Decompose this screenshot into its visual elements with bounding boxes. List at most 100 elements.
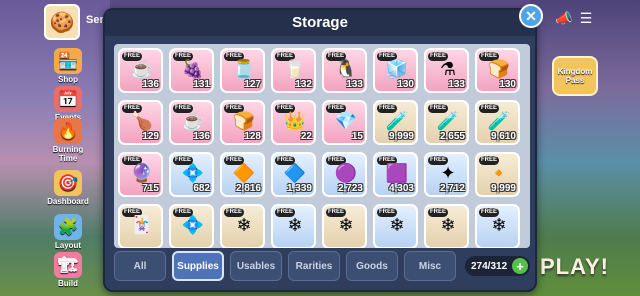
menu-icon[interactable]: ☰	[576, 8, 596, 28]
item-count: 22	[300, 131, 312, 142]
snowflake-icon: ❄	[389, 214, 405, 235]
item-slot[interactable]: FREE ☕ 136	[169, 100, 214, 145]
crown-icon: 👑	[283, 110, 307, 131]
kingdom-pass-button[interactable]: Kingdom Pass	[552, 56, 598, 96]
gem-icon: 🟪	[385, 162, 409, 183]
potion-icon: 🧪	[487, 110, 511, 131]
item-slot[interactable]: FREE 🧊 130	[373, 48, 418, 93]
tab-rarities[interactable]: Rarities	[288, 251, 340, 281]
item-count: 2,712	[439, 183, 465, 194]
sidebar-button-dashboard[interactable]: 🎯 Dashboard	[46, 170, 90, 206]
play-button-label[interactable]: PLAY!	[540, 254, 609, 280]
item-slot[interactable]: FREE ❄	[271, 204, 316, 248]
storage-header: Storage	[105, 10, 535, 36]
item-count: 2,816	[235, 183, 261, 194]
item-slot[interactable]: FREE ❄	[373, 204, 418, 248]
item-slot[interactable]: FREE 🟪 4,303	[373, 152, 418, 197]
milk-jar-icon: 🥛	[283, 58, 307, 79]
latte-icon: ☕	[181, 110, 205, 131]
sidebar-button-build[interactable]: 🏗 Build	[46, 252, 90, 288]
item-count: 9,999	[388, 131, 414, 142]
item-count: 133	[346, 79, 363, 90]
sidebar-button-layout[interactable]: 🧩 Layout	[46, 214, 90, 250]
sidebar-label: Burning Time	[52, 145, 84, 163]
item-slot[interactable]: FREE ❄	[475, 204, 520, 248]
crystal-icon: 🔮	[130, 162, 154, 183]
item-slot[interactable]: FREE 🍞 130	[475, 48, 520, 93]
item-count: 127	[244, 79, 261, 90]
sidebar-button-burning-time[interactable]: 🔥 Burning Time	[46, 118, 90, 163]
sidebar-button-events[interactable]: 📅Events	[46, 86, 90, 122]
tab-supplies[interactable]: Supplies	[172, 251, 224, 281]
item-slot[interactable]: FREE ☕ 136	[118, 48, 163, 93]
item-slot[interactable]: FREE 🫙 127	[220, 48, 265, 93]
item-slot[interactable]: FREE ❄	[220, 204, 265, 248]
item-grid-scroll[interactable]: FREE ☕ 136 FREE 🍇 131 FREE 🫙 127 FREE 🥛 132 FREE 🐧 133…	[114, 44, 530, 248]
potion-icon: 🧪	[385, 110, 409, 131]
item-count: 715	[142, 183, 159, 194]
item-slot[interactable]: FREE 🔮 715	[118, 152, 163, 197]
flame-icon: 🔥	[54, 118, 82, 144]
item-slot[interactable]: FREE 🍞 128	[220, 100, 265, 145]
snowflake-icon: ❄	[491, 214, 507, 235]
item-slot[interactable]: FREE 👑 22	[271, 100, 316, 145]
item-slot[interactable]: FREE 🍇 131	[169, 48, 214, 93]
item-count: 9,999	[490, 183, 516, 194]
gem-icon: 🟣	[334, 162, 358, 183]
item-count: 136	[193, 131, 210, 142]
shop-icon: 🏪	[54, 48, 82, 74]
item-count: 4,303	[388, 183, 414, 194]
tab-misc[interactable]: Misc	[404, 251, 456, 281]
item-count: 682	[193, 183, 210, 194]
build-icon: 🏗	[54, 252, 82, 278]
roast-icon: 🍗	[130, 110, 154, 131]
megaphone-icon[interactable]: 📣	[554, 8, 574, 28]
item-slot[interactable]: FREE ⚗ 133	[424, 48, 469, 93]
item-count: 130	[397, 79, 414, 90]
item-slot[interactable]: FREE 💠 682	[169, 152, 214, 197]
sidebar-label: Shop	[58, 75, 78, 84]
player-avatar[interactable]: 🍪	[44, 4, 80, 40]
item-slot[interactable]: FREE 🔸 9,999	[475, 152, 520, 197]
category-tabs: 274/312 + All Supplies Usables Rarities Good…	[114, 250, 530, 286]
tab-usables[interactable]: Usables	[230, 251, 282, 281]
item-slot[interactable]: FREE 🔶 2,816	[220, 152, 265, 197]
expand-storage-button[interactable]: +	[512, 258, 528, 274]
tab-all[interactable]: All	[114, 251, 166, 281]
events-icon: 📅	[54, 86, 82, 112]
capacity-text: 274/312	[471, 260, 508, 272]
item-count: 131	[193, 79, 210, 90]
item-slot[interactable]: FREE 🔷 1,339	[271, 152, 316, 197]
background-right	[530, 0, 640, 296]
item-slot[interactable]: FREE 🍗 129	[118, 100, 163, 145]
item-count: 2,723	[337, 183, 363, 194]
item-count: 9,610	[490, 131, 516, 142]
item-count: 1,339	[286, 183, 312, 194]
item-slot[interactable]: FREE 🟣 2,723	[322, 152, 367, 197]
layout-icon: 🧩	[54, 214, 82, 240]
item-count: 128	[244, 131, 261, 142]
item-slot[interactable]: FREE ✦ 2,712	[424, 152, 469, 197]
item-slot[interactable]: FREE 🃏	[118, 204, 163, 248]
toast-icon: 🍞	[232, 110, 256, 131]
item-count: 15	[351, 131, 363, 142]
item-slot[interactable]: FREE 💎 15	[322, 100, 367, 145]
sidebar-button-shop[interactable]: 🏪 Shop	[46, 48, 90, 84]
item-slot[interactable]: FREE 🧪 9,610	[475, 100, 520, 145]
item-slot[interactable]: FREE 🧪 2,655	[424, 100, 469, 145]
coffee-icon: ☕	[130, 58, 154, 79]
item-slot[interactable]: FREE 💠	[169, 204, 214, 248]
crystal-icon: 💠	[181, 214, 205, 235]
item-slot[interactable]: FREE 🧪 9,999	[373, 100, 418, 145]
penguin-icon: 🐧	[334, 58, 358, 79]
flask-icon: ⚗	[439, 58, 457, 79]
item-slot[interactable]: FREE ❄	[424, 204, 469, 248]
crystal-icon: 🔸	[487, 162, 511, 183]
tab-goods[interactable]: Goods	[346, 251, 398, 281]
item-slot[interactable]: FREE 🐧 133	[322, 48, 367, 93]
item-slot[interactable]: FREE ❄	[322, 204, 367, 248]
bread-icon: 🍞	[487, 58, 511, 79]
snowflake-icon: ❄	[236, 214, 252, 235]
close-button[interactable]: ✕	[519, 4, 543, 28]
item-slot[interactable]: FREE 🥛 132	[271, 48, 316, 93]
